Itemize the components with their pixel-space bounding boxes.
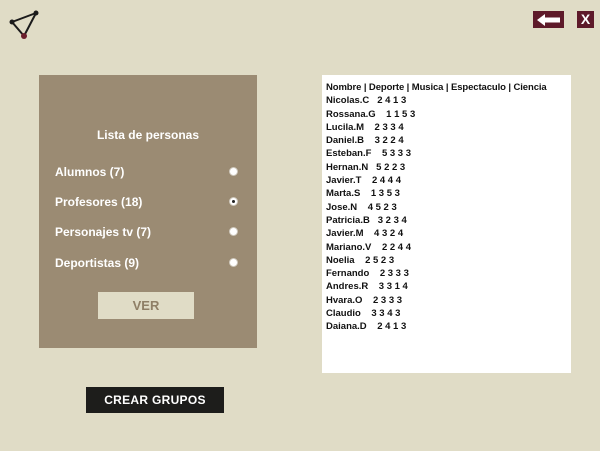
list-item: Fernando 2 3 3 3: [326, 268, 409, 280]
arrow-left-icon: [536, 13, 560, 26]
list-item: Hernan.N 5 2 2 3: [326, 161, 406, 173]
option-label: Profesores (18): [55, 195, 143, 209]
list-item: Daiana.D 2 4 1 3: [326, 321, 407, 333]
back-button[interactable]: [533, 11, 564, 28]
option-alumnos[interactable]: Alumnos (7): [55, 163, 245, 179]
triangle-nodes-icon: [9, 10, 39, 39]
people-list: Nombre | Deporte | Musica | Espectaculo …: [322, 75, 571, 373]
list-header: Nombre | Deporte | Musica | Espectaculo …: [326, 82, 547, 93]
list-item: Hvara.O 2 3 3 3: [326, 294, 403, 306]
radio-alumnos[interactable]: [229, 167, 238, 176]
panel-title: Lista de personas: [96, 128, 200, 142]
option-profesores[interactable]: Profesores (18): [55, 193, 245, 209]
option-personajes-tv[interactable]: Personajes tv (7): [55, 223, 245, 239]
ver-button[interactable]: VER: [98, 292, 194, 319]
list-item: Andres.R 3 3 1 4: [326, 281, 408, 293]
list-item: Javier.T 2 4 4 4: [326, 175, 401, 187]
list-item: Jose.N 4 5 2 3: [326, 201, 397, 213]
option-label: Alumnos (7): [55, 165, 125, 179]
list-item: Noelia 2 5 2 3: [326, 254, 395, 266]
list-item: Rossana.G 1 1 5 3: [326, 108, 416, 120]
list-item: Claudio 3 3 4 3: [326, 308, 401, 320]
list-item: Marta.S 1 3 5 3: [326, 188, 400, 200]
close-label: X: [580, 11, 591, 27]
close-button[interactable]: X: [577, 11, 594, 28]
radio-deportistas[interactable]: [229, 258, 238, 267]
logo: [6, 9, 44, 43]
option-label: Personajes tv (7): [55, 225, 152, 239]
people-panel: Lista de personas Alumnos (7) Profesores…: [39, 75, 257, 348]
list-item: Daniel.B 3 2 2 4: [326, 135, 404, 147]
list-item: Mariano.V 2 2 4 4: [326, 241, 412, 253]
list-item: Esteban.F 5 3 3 3: [326, 148, 412, 160]
radio-profesores[interactable]: [229, 197, 238, 206]
crear-grupos-button[interactable]: CREAR GRUPOS: [86, 387, 224, 413]
option-deportistas[interactable]: Deportistas (9): [55, 254, 245, 270]
list-item: Lucila.M 2 3 3 4: [326, 121, 404, 133]
list-item: Patricia.B 3 2 3 4: [326, 214, 407, 226]
radio-personajes-tv[interactable]: [229, 227, 238, 236]
list-item: Nicolas.C 2 4 1 3: [326, 95, 407, 107]
option-label: Deportistas (9): [55, 256, 140, 270]
list-item: Javier.M 4 3 2 4: [326, 228, 404, 240]
